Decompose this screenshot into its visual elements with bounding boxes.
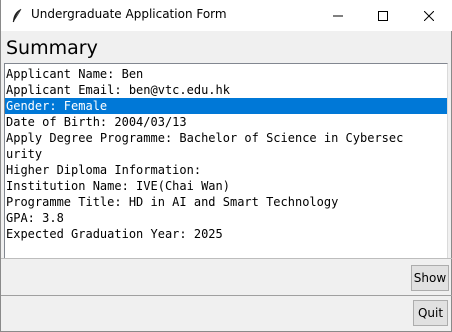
summary-line-gpa: GPA: 3.8 (6, 211, 64, 225)
show-button[interactable]: Show (411, 265, 449, 291)
feather-icon (10, 8, 24, 24)
minimize-icon (333, 6, 343, 25)
summary-line-degree: Apply Degree Programme: Bachelor of Scie… (6, 131, 404, 145)
close-icon (423, 6, 435, 25)
summary-line-dob: Date of Birth: 2004/03/13 (6, 115, 187, 129)
title-bar[interactable]: Undergraduate Application Form (1, 0, 452, 31)
quit-button[interactable]: Quit (413, 300, 448, 326)
summary-line-degree-wrap: urity (6, 147, 43, 161)
summary-line-graduation: Expected Graduation Year: 2025 (6, 227, 223, 241)
summary-text-area[interactable]: Applicant Name: Ben Applicant Email: ben… (4, 63, 448, 259)
summary-line-programme: Programme Title: HD in AI and Smart Tech… (6, 195, 339, 209)
divider (1, 258, 452, 259)
summary-line-gender-selected: Gender: Female (5, 98, 447, 114)
close-button[interactable] (406, 0, 452, 31)
application-window: Undergraduate Application Form Summary A… (0, 0, 452, 332)
summary-line-email: Applicant Email: ben@vtc.edu.hk (6, 83, 230, 97)
divider (1, 295, 452, 296)
maximize-button[interactable] (360, 0, 406, 31)
summary-line-hd-header: Higher Diploma Information: (6, 163, 202, 177)
summary-line-institution: Institution Name: IVE(Chai Wan) (6, 179, 230, 193)
window-title: Undergraduate Application Form (31, 7, 227, 21)
maximize-icon (378, 6, 388, 25)
minimize-button[interactable] (315, 0, 361, 31)
summary-line-name: Applicant Name: Ben (6, 67, 144, 81)
summary-heading: Summary (6, 37, 98, 59)
